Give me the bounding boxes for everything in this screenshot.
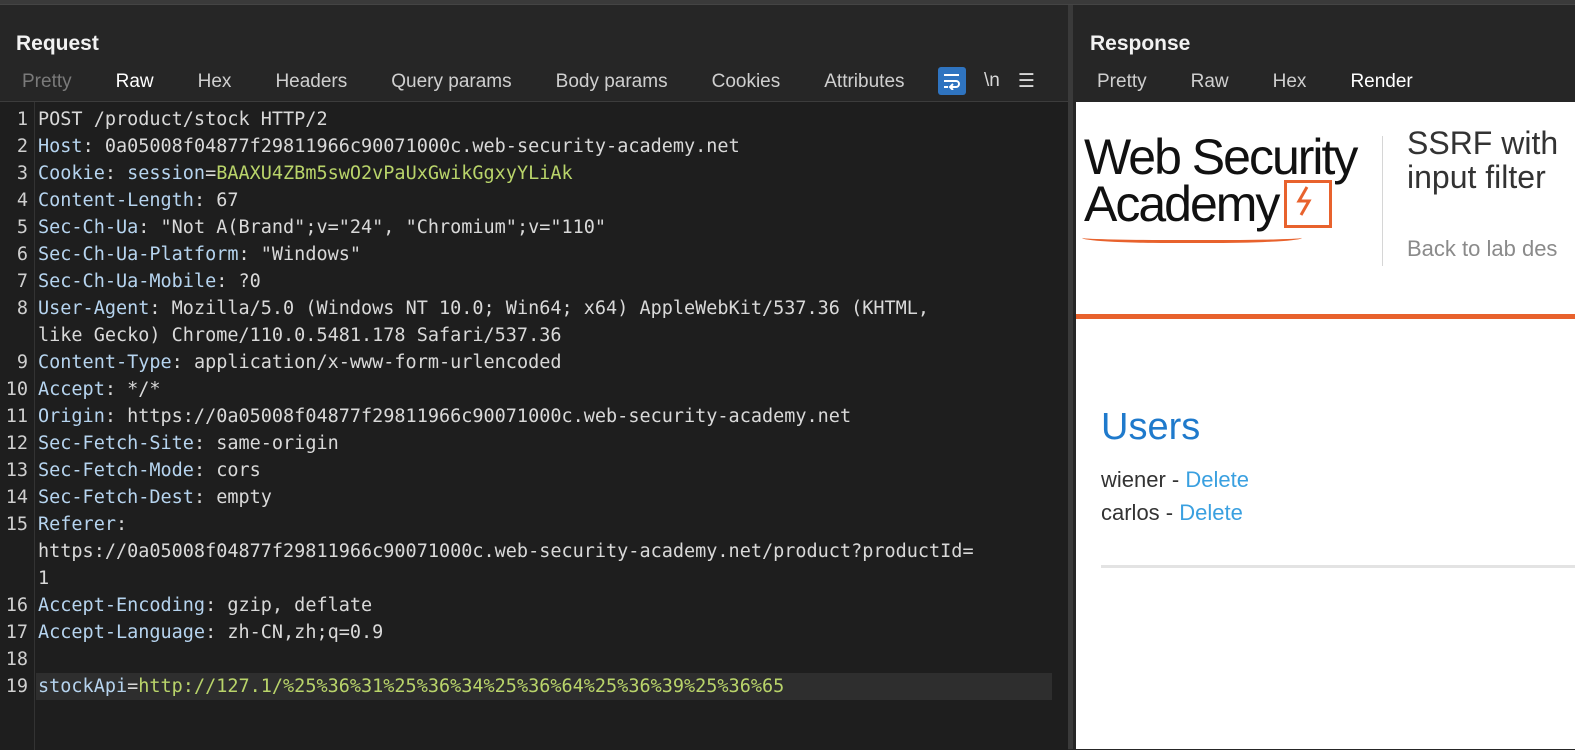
code-line: 11 Origin: https://0a05008f04877f2981196… — [5, 406, 852, 427]
web-security-academy-logo[interactable]: Web Security Academy — [1084, 129, 1358, 232]
request-pane: Request Pretty Raw Hex Headers Query par… — [0, 5, 1068, 750]
tab-headers[interactable]: Headers — [253, 65, 369, 105]
wrap-lines-icon[interactable] — [938, 67, 966, 95]
code-line: 15 Referer: — [5, 514, 128, 535]
code-line: 6 Sec-Ch-Ua-Platform: "Windows" — [16, 244, 362, 265]
code-line-current: 19 stockApi=http://127.1/%25%36%31%25%36… — [0, 673, 1068, 700]
user-row-carlos: carlos - Delete — [1101, 500, 1243, 525]
stockapi-value: http://127.1/%25%36%31%25%36%34%25%36%64… — [138, 676, 785, 697]
code-line-wrap: https://0a05008f04877f29811966c90071000c… — [38, 541, 974, 562]
tab-query-params[interactable]: Query params — [369, 65, 533, 105]
lightning-icon — [1284, 180, 1333, 228]
delete-wiener-link[interactable]: Delete — [1185, 467, 1249, 492]
request-code: 1 POST /product/stock HTTP/2 2 Host: 0a0… — [0, 106, 1068, 700]
tab-cookies[interactable]: Cookies — [690, 65, 803, 105]
users-heading: Users — [1101, 406, 1201, 448]
lab-title: SSRF with input filter — [1407, 125, 1559, 195]
newline-icon[interactable]: \n — [984, 70, 1000, 92]
editor-toolbar: \n ☰ — [938, 67, 1035, 95]
tab-render[interactable]: Render — [1328, 65, 1436, 105]
tab-attributes[interactable]: Attributes — [802, 65, 926, 105]
code-line: 8 User-Agent: Mozilla/5.0 (Windows NT 10… — [16, 298, 930, 319]
code-line: 1 POST /product/stock HTTP/2 — [16, 109, 328, 130]
code-line: 16 Accept-Encoding: gzip, deflate — [5, 595, 373, 616]
code-line: 17 Accept-Language: zh-CN,zh;q=0.9 — [5, 622, 384, 643]
content-divider — [1101, 565, 1575, 568]
response-pane: Response Pretty Raw Hex Render Web Secur… — [1073, 5, 1575, 749]
response-title: Response — [1090, 32, 1191, 55]
response-tabs: Pretty Raw Hex Render — [1075, 65, 1436, 105]
user-name: wiener — [1101, 467, 1166, 492]
request-title: Request — [16, 32, 99, 55]
code-line: 2 Host: 0a05008f04877f29811966c90071000c… — [16, 136, 740, 157]
tab-hex[interactable]: Hex — [1251, 65, 1329, 105]
code-line-wrap: like Gecko) Chrome/110.0.5481.178 Safari… — [38, 325, 562, 346]
menu-icon[interactable]: ☰ — [1018, 70, 1035, 93]
code-line: 3 Cookie: session=BAAXU4ZBm5swO2vPaUxGwi… — [16, 163, 573, 184]
code-line: 12 Sec-Fetch-Site: same-origin — [5, 433, 339, 454]
user-row-wiener: wiener - Delete — [1101, 467, 1249, 492]
tab-hex[interactable]: Hex — [176, 65, 254, 105]
session-cookie-value: BAAXU4ZBm5swO2vPaUxGwikGgxyYLiAk — [216, 163, 573, 184]
code-line: 9 Content-Type: application/x-www-form-u… — [16, 352, 562, 373]
rendered-response: Web Security Academy SSRF with input fil… — [1076, 102, 1575, 749]
logo-swoosh — [1082, 230, 1302, 243]
request-tabs: Pretty Raw Hex Headers Query params Body… — [0, 65, 927, 105]
code-line: 18 — [5, 649, 28, 670]
logo-line-2: Academy — [1084, 176, 1280, 232]
tab-raw[interactable]: Raw — [1169, 65, 1251, 105]
code-line: 5 Sec-Ch-Ua: "Not A(Brand";v="24", "Chro… — [16, 217, 607, 238]
code-line-wrap: 1 — [38, 568, 50, 589]
tab-raw[interactable]: Raw — [93, 65, 176, 105]
code-line: 14 Sec-Fetch-Dest: empty — [5, 487, 272, 508]
header-rule — [1076, 314, 1575, 319]
code-line: 7 Sec-Ch-Ua-Mobile: ?0 — [16, 271, 261, 292]
back-to-lab-link[interactable]: Back to lab des — [1407, 236, 1557, 262]
logo-line-1: Web Security — [1084, 129, 1358, 185]
request-editor[interactable]: 1 POST /product/stock HTTP/2 2 Host: 0a0… — [0, 101, 1068, 750]
code-line: 13 Sec-Fetch-Mode: cors — [5, 460, 261, 481]
header-divider — [1382, 136, 1383, 266]
tab-pretty[interactable]: Pretty — [1075, 65, 1169, 105]
user-name: carlos — [1101, 500, 1160, 525]
code-line: 4 Content-Length: 67 — [16, 190, 239, 211]
delete-carlos-link[interactable]: Delete — [1179, 500, 1243, 525]
tab-pretty[interactable]: Pretty — [0, 65, 94, 105]
tab-body-params[interactable]: Body params — [534, 65, 690, 105]
code-line: 10 Accept: */* — [5, 379, 161, 400]
